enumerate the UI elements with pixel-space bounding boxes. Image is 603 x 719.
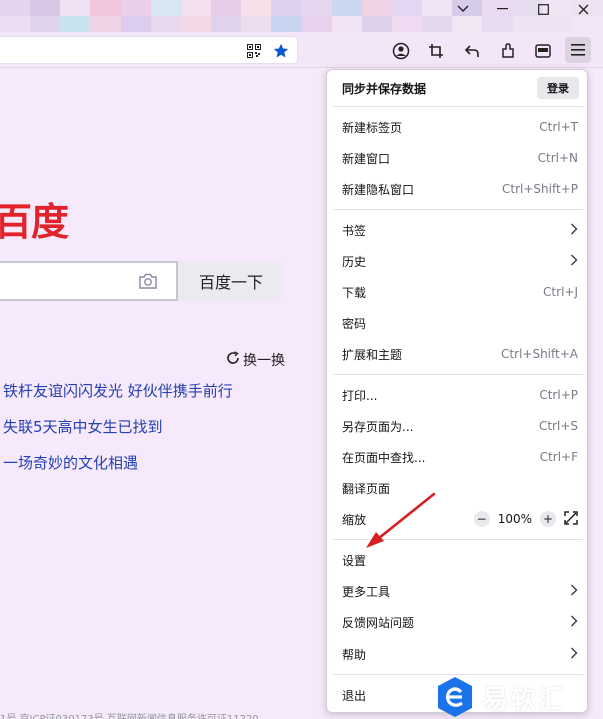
login-button[interactable]: 登录 xyxy=(537,77,579,99)
chevron-down-icon[interactable] xyxy=(443,0,483,18)
menu-item-downloads[interactable]: 下载 Ctrl+J xyxy=(328,277,586,307)
menu-item-new-private-window[interactable]: 新建隐私窗口 Ctrl+Shift+P xyxy=(328,174,586,204)
menu-item-new-tab[interactable]: 新建标签页 Ctrl+T xyxy=(328,112,586,142)
chevron-right-icon xyxy=(570,647,578,662)
chevron-right-icon xyxy=(570,615,578,630)
menu-separator xyxy=(333,106,583,107)
navigation-toolbar xyxy=(0,32,603,68)
news-item[interactable]: 一场奇妙的文化相遇 xyxy=(3,452,138,473)
pocket-icon[interactable] xyxy=(533,41,553,61)
window-controls xyxy=(443,0,603,20)
title-bar xyxy=(0,0,603,32)
news-item[interactable]: 失联5天高中女生已找到 xyxy=(3,416,163,437)
fullscreen-icon[interactable] xyxy=(564,510,578,528)
close-icon[interactable] xyxy=(563,0,603,18)
footer-license-text: 1号 京ICP证030173号 互联网新闻信息服务许可证11220 xyxy=(0,710,259,719)
search-button[interactable]: 百度一下 xyxy=(178,261,284,301)
menu-item-save-page-as[interactable]: 另存页面为... Ctrl+S xyxy=(328,411,586,441)
screenshot-icon[interactable] xyxy=(426,41,446,61)
maximize-icon[interactable] xyxy=(523,0,563,18)
annotation-arrow-icon xyxy=(366,492,436,548)
zoom-out-button[interactable]: − xyxy=(473,511,490,527)
menu-item-new-window[interactable]: 新建窗口 Ctrl+N xyxy=(328,143,586,173)
watermark-text: 易软汇 xyxy=(482,684,567,715)
minimize-icon[interactable] xyxy=(483,0,523,18)
menu-item-report-site-issue[interactable]: 反馈网站问题 xyxy=(328,607,586,637)
qr-code-icon[interactable] xyxy=(246,43,262,59)
zoom-in-button[interactable]: + xyxy=(540,511,556,527)
account-icon[interactable] xyxy=(391,41,411,61)
menu-separator xyxy=(333,209,583,210)
menu-item-print[interactable]: 打印... Ctrl+P xyxy=(328,380,586,410)
search-input[interactable] xyxy=(0,261,178,301)
undo-icon[interactable] xyxy=(462,41,482,61)
news-item[interactable]: 铁杆友谊闪闪发光 好伙伴携手前行 xyxy=(3,380,233,401)
zoom-level[interactable]: 100% xyxy=(498,512,532,526)
menu-item-find-in-page[interactable]: 在页面中查找... Ctrl+F xyxy=(328,442,586,472)
watermark-e-icon xyxy=(438,677,472,717)
extensions-icon[interactable] xyxy=(498,41,518,61)
menu-item-addons-themes[interactable]: 扩展和主题 Ctrl+Shift+A xyxy=(328,339,586,369)
camera-icon[interactable] xyxy=(138,273,158,293)
chevron-right-icon xyxy=(570,254,578,269)
menu-item-history[interactable]: 历史 xyxy=(328,246,586,276)
menu-item-passwords[interactable]: 密码 xyxy=(328,308,586,338)
refresh-label: 换一换 xyxy=(243,353,285,369)
menu-item-help[interactable]: 帮助 xyxy=(328,639,586,669)
zoom-controls: − 100% + xyxy=(473,510,578,528)
app-menu-panel: 同步并保存数据 登录 新建标签页 Ctrl+T 新建窗口 Ctrl+N 新建隐私… xyxy=(326,69,588,713)
url-bar[interactable] xyxy=(0,36,298,64)
watermark-logo: 易软汇 xyxy=(436,672,603,719)
baidu-logo[interactable]: 百度 xyxy=(0,191,69,246)
bookmark-star-icon[interactable] xyxy=(273,43,289,59)
refresh-icon xyxy=(226,351,240,369)
menu-separator xyxy=(333,374,583,375)
refresh-button[interactable]: 换一换 xyxy=(226,350,285,370)
menu-item-more-tools[interactable]: 更多工具 xyxy=(328,576,586,606)
chevron-right-icon xyxy=(570,584,578,599)
chevron-right-icon xyxy=(570,223,578,238)
hamburger-menu-icon[interactable] xyxy=(565,37,591,63)
menu-item-bookmarks[interactable]: 书签 xyxy=(328,215,586,245)
